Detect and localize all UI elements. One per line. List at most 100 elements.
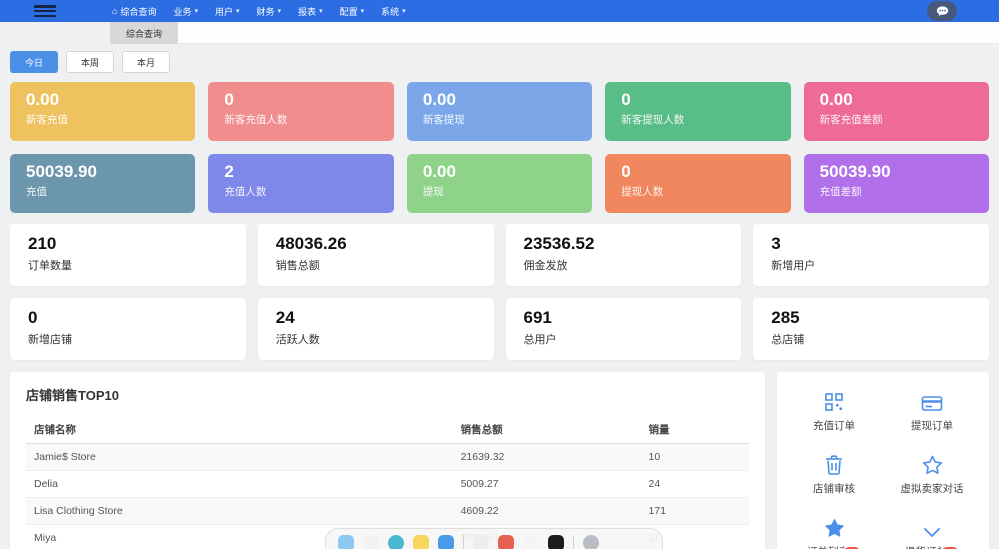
date-filter-group: 今日 本周 本月 xyxy=(0,44,999,73)
nav-item-business[interactable]: 业务 ▾ xyxy=(173,5,198,18)
chat-bubble-icon xyxy=(936,5,948,16)
dock-app-icon[interactable] xyxy=(438,535,454,549)
cell-shop-name: Delia xyxy=(26,470,453,498)
card-withdraw: 0.00 提现 xyxy=(406,154,593,213)
nav-item-label: 业务 xyxy=(173,6,192,17)
nav-item-finance[interactable]: 财务 ▾ xyxy=(257,5,282,18)
cell-sales-total: 21639.32 xyxy=(452,443,641,471)
dock-app-icon[interactable] xyxy=(548,535,564,549)
dock-app-icon[interactable] xyxy=(388,535,404,549)
stat-label: 充值人数 xyxy=(224,186,267,199)
dock-app-icon[interactable] xyxy=(363,535,379,549)
tab-bar: 综合查询 xyxy=(0,22,999,44)
dock-app-icon[interactable] xyxy=(498,535,514,549)
nav-item-label: 用户 xyxy=(214,6,233,17)
shortcut-label: 订单列表 xyxy=(807,544,849,549)
chat-button[interactable] xyxy=(927,1,957,21)
home-icon: ⌂ xyxy=(112,5,118,16)
card-new-recharge-diff: 0.00 新客充值差额 xyxy=(803,82,990,141)
filter-today-button[interactable]: 今日 xyxy=(10,51,58,73)
dock-gear-icon[interactable] xyxy=(583,535,599,549)
table-header-row: 店铺名称 销售总额 销量 xyxy=(26,416,749,444)
tab-query[interactable]: 综合查询 xyxy=(110,22,179,44)
summary-label: 销售总额 xyxy=(275,260,320,273)
stat-card-row-2: 50039.90 充值 2 充值人数 0.00 提现 0 提现人数 50039.… xyxy=(10,154,990,213)
qr-code-icon xyxy=(824,390,844,412)
stat-value: 50039.90 xyxy=(26,162,97,181)
card-new-recharge-users: 0 新客充值人数 xyxy=(208,82,394,141)
nav-item-label: 系统 xyxy=(381,6,400,17)
hamburger-menu-icon[interactable] xyxy=(34,5,56,17)
stat-label: 新客充值人数 xyxy=(224,114,288,127)
nav-item-label: 综合查询 xyxy=(120,6,157,17)
card-new-recharge: 0.00 新客充值 xyxy=(10,82,196,141)
top-navbar: ⌂ 综合查询 业务 ▾ 用户 ▾ 财务 ▾ 报表 ▾ 配置 ▾ 系统 ▾ xyxy=(0,0,999,22)
summary-value: 3 xyxy=(771,234,781,253)
shortcut-recharge-orders[interactable]: 充值订单 xyxy=(785,390,883,433)
table-row: Jamie$ Store 21639.32 10 xyxy=(26,443,749,471)
stat-value: 0.00 xyxy=(422,90,456,109)
stat-value: 50039.90 xyxy=(819,162,891,181)
nav-item-query[interactable]: ⌂ 综合查询 xyxy=(112,5,156,18)
summary-label: 新增用户 xyxy=(771,260,816,273)
stat-label: 充值差额 xyxy=(819,186,862,199)
shortcut-label: 店铺审核 xyxy=(813,483,855,495)
stat-label: 提现人数 xyxy=(621,186,664,199)
stat-card-row-1: 0.00 新客充值 0 新客充值人数 0.00 新客提现 0 新客提现人数 0.… xyxy=(10,82,990,141)
dock-app-icon[interactable] xyxy=(523,535,539,549)
chevron-down-icon xyxy=(923,516,941,538)
bottom-section: 店铺销售TOP10 店铺名称 销售总额 销量 Jamie$ Store 2163… xyxy=(10,372,989,549)
cell-shop-name: Jamie$ Store xyxy=(26,443,453,471)
chevron-down-icon: ▾ xyxy=(319,8,323,15)
card-sales-total: 48036.26 销售总额 xyxy=(257,224,494,286)
chevron-down-icon: ▾ xyxy=(277,8,282,15)
dock-divider xyxy=(573,535,574,549)
star-filled-icon xyxy=(824,516,845,538)
shortcut-label: 充值订单 xyxy=(813,420,855,432)
credit-card-icon xyxy=(921,390,943,412)
summary-value: 210 xyxy=(28,234,57,253)
shortcut-label: 提现订单 xyxy=(911,420,953,432)
filter-week-button[interactable]: 本周 xyxy=(66,51,114,73)
summary-label: 订单数量 xyxy=(28,260,72,273)
shortcut-order-list[interactable]: 订单列表 71 xyxy=(785,516,883,549)
column-header-shop-name: 店铺名称 xyxy=(26,416,453,444)
stat-value: 2 xyxy=(224,162,234,181)
dock-app-icon[interactable] xyxy=(338,535,354,549)
stat-label: 提现 xyxy=(422,186,444,199)
shortcut-label: 退货订单 xyxy=(905,544,947,549)
shortcut-return-orders[interactable]: 退货订单 30 xyxy=(883,516,981,549)
summary-card-row-2: 0 新增店铺 24 活跃人数 691 总用户 285 总店铺 xyxy=(10,298,989,360)
nav-item-label: 财务 xyxy=(256,6,275,17)
nav-item-report[interactable]: 报表 ▾ xyxy=(298,5,323,18)
cell-sales-qty: 171 xyxy=(640,497,749,525)
card-withdraw-users: 0 提现人数 xyxy=(605,154,791,213)
dock-app-icon[interactable] xyxy=(413,535,429,549)
nav-item-label: 报表 xyxy=(298,6,317,17)
top10-panel: 店铺销售TOP10 店铺名称 销售总额 销量 Jamie$ Store 2163… xyxy=(10,372,765,549)
cell-sales-total: 5009.27 xyxy=(452,470,641,498)
column-header-sales-total: 销售总额 xyxy=(452,416,641,444)
card-commission: 23536.52 佣金发放 xyxy=(505,224,742,286)
nav-item-config[interactable]: 配置 ▾ xyxy=(340,5,365,18)
summary-value: 285 xyxy=(771,308,800,327)
nav-item-label: 配置 xyxy=(339,6,358,17)
chevron-down-icon: ▾ xyxy=(194,8,198,15)
shortcut-withdraw-orders[interactable]: 提现订单 xyxy=(883,390,981,433)
dock-app-icon[interactable] xyxy=(473,535,489,549)
nav-item-system[interactable]: 系统 ▾ xyxy=(381,5,406,18)
filter-month-button[interactable]: 本月 xyxy=(122,51,170,73)
stat-value: 0.00 xyxy=(819,90,853,109)
trash-icon xyxy=(825,453,843,475)
summary-card-row-1: 210 订单数量 48036.26 销售总额 23536.52 佣金发放 3 新… xyxy=(10,224,989,286)
column-header-sales-qty: 销量 xyxy=(640,416,749,444)
shortcut-shop-review[interactable]: 店铺审核 xyxy=(785,453,883,496)
card-new-withdraw-users: 0 新客提现人数 xyxy=(605,82,791,141)
summary-label: 新增店铺 xyxy=(28,334,72,347)
card-new-users: 3 新增用户 xyxy=(753,224,989,286)
stat-label: 充值 xyxy=(26,186,47,199)
nav-item-user[interactable]: 用户 ▾ xyxy=(215,5,240,18)
stat-value: 0 xyxy=(621,90,631,109)
shortcut-virtual-seller-chat[interactable]: 虚拟卖家对话 xyxy=(883,453,981,496)
summary-value: 691 xyxy=(523,308,552,327)
